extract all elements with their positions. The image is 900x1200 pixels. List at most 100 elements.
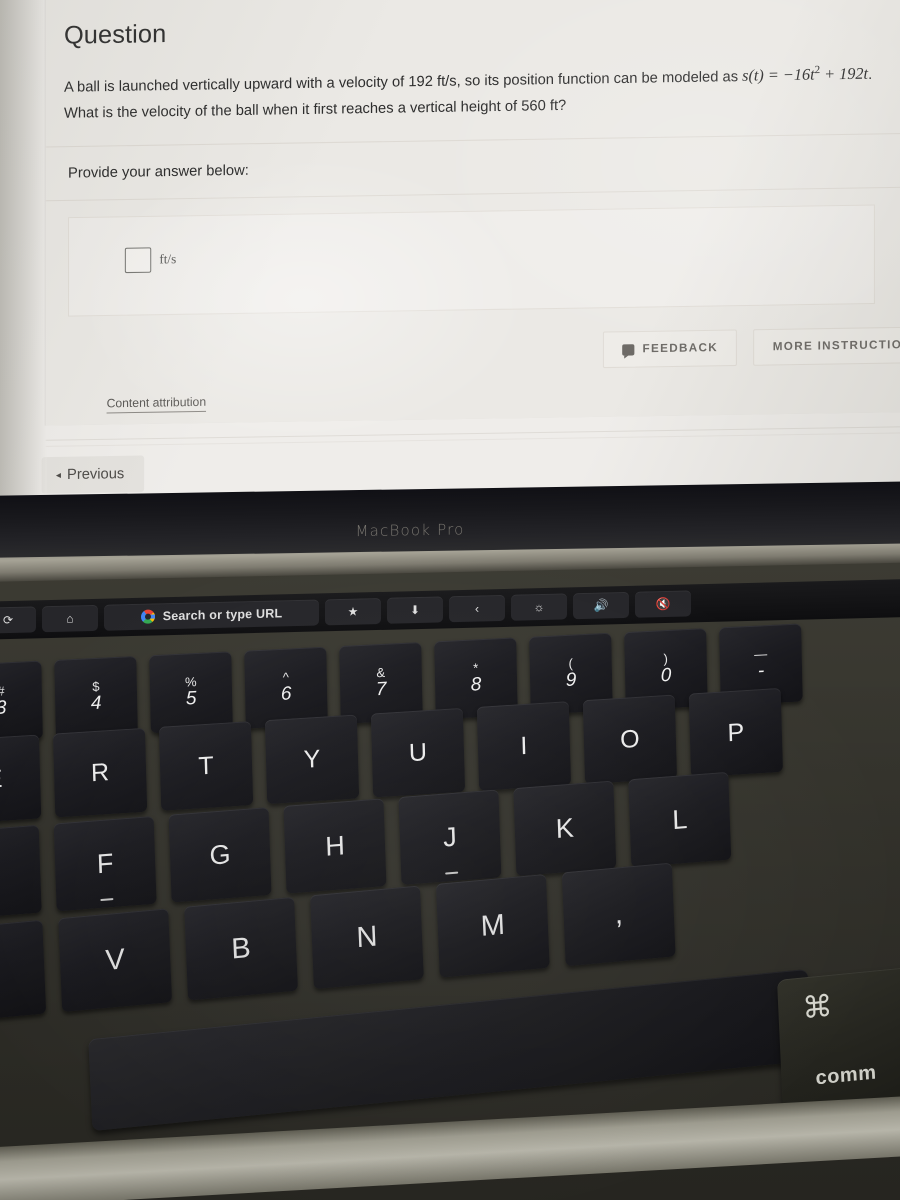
key-shift-label: (: [568, 655, 574, 672]
answer-input[interactable]: [124, 247, 152, 273]
key-d[interactable]: D: [0, 824, 42, 921]
key-shift-label: *: [473, 660, 479, 676]
key-dual-label: ^ 6: [280, 670, 292, 705]
previous-button-label: Previous: [67, 465, 125, 484]
previous-button[interactable]: ◂ Previous: [41, 455, 145, 494]
touchbar-mute-icon[interactable]: 🔇: [635, 590, 691, 618]
key-base-label: 5: [185, 687, 197, 710]
key-dual-label: #3: [0, 683, 7, 719]
key-m[interactable]: M: [435, 873, 550, 978]
key-label: M: [480, 908, 506, 943]
touchbar-search-field[interactable]: Search or type URL: [104, 599, 319, 631]
key-k[interactable]: K: [513, 780, 617, 877]
key-dual-label: ) 0: [660, 651, 672, 687]
touchbar-download-icon[interactable]: ⬇: [387, 596, 443, 624]
key-f[interactable]: F: [53, 815, 157, 912]
key-label: R: [90, 757, 110, 787]
command-key-label: comm: [815, 1061, 877, 1090]
homing-bar: [444, 871, 458, 875]
key-dual-label: $4: [90, 678, 102, 715]
key-dual-label: * 8: [470, 660, 482, 696]
key-e[interactable]: E: [0, 734, 42, 825]
key-dual-label: (9: [565, 655, 577, 691]
back-glyph: ‹: [475, 601, 479, 616]
action-button-row: FEEDBACK MORE INSTRUCTION SU: [602, 325, 900, 369]
key-base-label: 3: [0, 697, 7, 719]
touchbar-home-icon[interactable]: ⌂: [42, 604, 98, 633]
screen-left-shadow: [0, 0, 47, 508]
key-label: B: [230, 931, 252, 966]
chevron-left-icon: ◂: [55, 469, 61, 481]
homing-bar: [99, 897, 113, 902]
touchbar-reload-icon[interactable]: ⟳: [0, 606, 36, 634]
answer-input-group: ft/s: [124, 247, 177, 273]
macbook-pro-branding: MacBook Pro: [355, 520, 465, 541]
key-label: F: [96, 847, 114, 879]
key-i[interactable]: I: [476, 701, 572, 791]
touchbar-volume-up-icon[interactable]: 🔊: [573, 591, 629, 620]
key-shift-label: ): [663, 651, 669, 667]
key-h[interactable]: H: [283, 798, 387, 894]
touchbar-search-label: Search or type URL: [162, 606, 283, 624]
more-instruction-button[interactable]: MORE INSTRUCTION: [753, 326, 900, 366]
key-dual-label: & 7: [375, 665, 387, 700]
content-attribution-link[interactable]: Content attribution: [106, 394, 207, 414]
key-label: Y: [303, 744, 321, 774]
command-icon: ⌘: [801, 989, 834, 1026]
key-shift-label: #: [0, 683, 5, 699]
key-base-label: -: [757, 660, 765, 682]
key-label: V: [104, 942, 126, 977]
key-label: T: [198, 751, 215, 780]
feedback-icon: [622, 343, 635, 356]
key-label: U: [408, 737, 428, 767]
key-j[interactable]: J: [398, 789, 502, 885]
key-label: K: [555, 812, 575, 844]
question-line-1: A ball is launched vertically upward wit…: [63, 68, 739, 96]
key-5[interactable]: % 5: [149, 651, 233, 734]
key-base-label: 8: [470, 673, 482, 696]
key-shift-label: $: [92, 678, 100, 695]
key-label: I: [520, 731, 528, 760]
laptop-screen: Question A ball is launched vertically u…: [0, 0, 900, 510]
key-3[interactable]: #3: [0, 660, 43, 743]
key-shift-label: —: [754, 646, 768, 662]
key-dual-label: — -: [754, 646, 768, 682]
key-label: ,: [614, 897, 624, 931]
key-v[interactable]: V: [58, 908, 173, 1013]
key-b[interactable]: B: [184, 896, 298, 1001]
question-card: Question A ball is launched vertically u…: [41, 0, 900, 494]
key-,[interactable]: ,: [561, 862, 676, 967]
key-label: J: [442, 821, 458, 853]
key-base-label: 9: [565, 669, 577, 691]
download-glyph: ⬇: [409, 603, 421, 618]
key-g[interactable]: G: [168, 807, 272, 903]
key-n[interactable]: N: [310, 885, 424, 990]
answer-unit-label: ft/s: [159, 251, 177, 267]
formula-lhs: s(t) = −16t: [742, 66, 815, 86]
more-instruction-button-label: MORE INSTRUCTION: [772, 338, 900, 354]
key-p[interactable]: P: [688, 687, 784, 778]
home-glyph: ⌂: [66, 611, 74, 626]
key-u[interactable]: U: [370, 707, 466, 798]
key-base-label: 4: [90, 692, 102, 715]
key-shift-label: %: [184, 674, 197, 690]
key-y[interactable]: Y: [264, 714, 360, 805]
touchbar-back-icon[interactable]: ‹: [449, 594, 505, 623]
key-l[interactable]: L: [628, 771, 732, 868]
key-base-label: 6: [280, 683, 292, 705]
key-command[interactable]: ⌘ comm: [776, 964, 900, 1116]
mute-glyph: 🔇: [655, 596, 671, 612]
key-c[interactable]: C: [0, 919, 47, 1024]
question-text: A ball is launched vertically upward wit…: [46, 37, 900, 146]
volume-up-glyph: 🔊: [593, 598, 609, 613]
key-base-label: 0: [660, 664, 672, 687]
feedback-button[interactable]: FEEDBACK: [602, 329, 738, 369]
key-label: N: [355, 919, 379, 954]
key-4[interactable]: $4: [54, 655, 138, 738]
key-r[interactable]: R: [52, 727, 148, 818]
touchbar-bookmark-star-icon[interactable]: ★: [325, 597, 381, 626]
key-t[interactable]: T: [158, 721, 254, 811]
key-label: P: [727, 717, 745, 747]
touchbar-brightness-icon[interactable]: ☼: [511, 593, 567, 621]
key-o[interactable]: O: [582, 694, 678, 785]
